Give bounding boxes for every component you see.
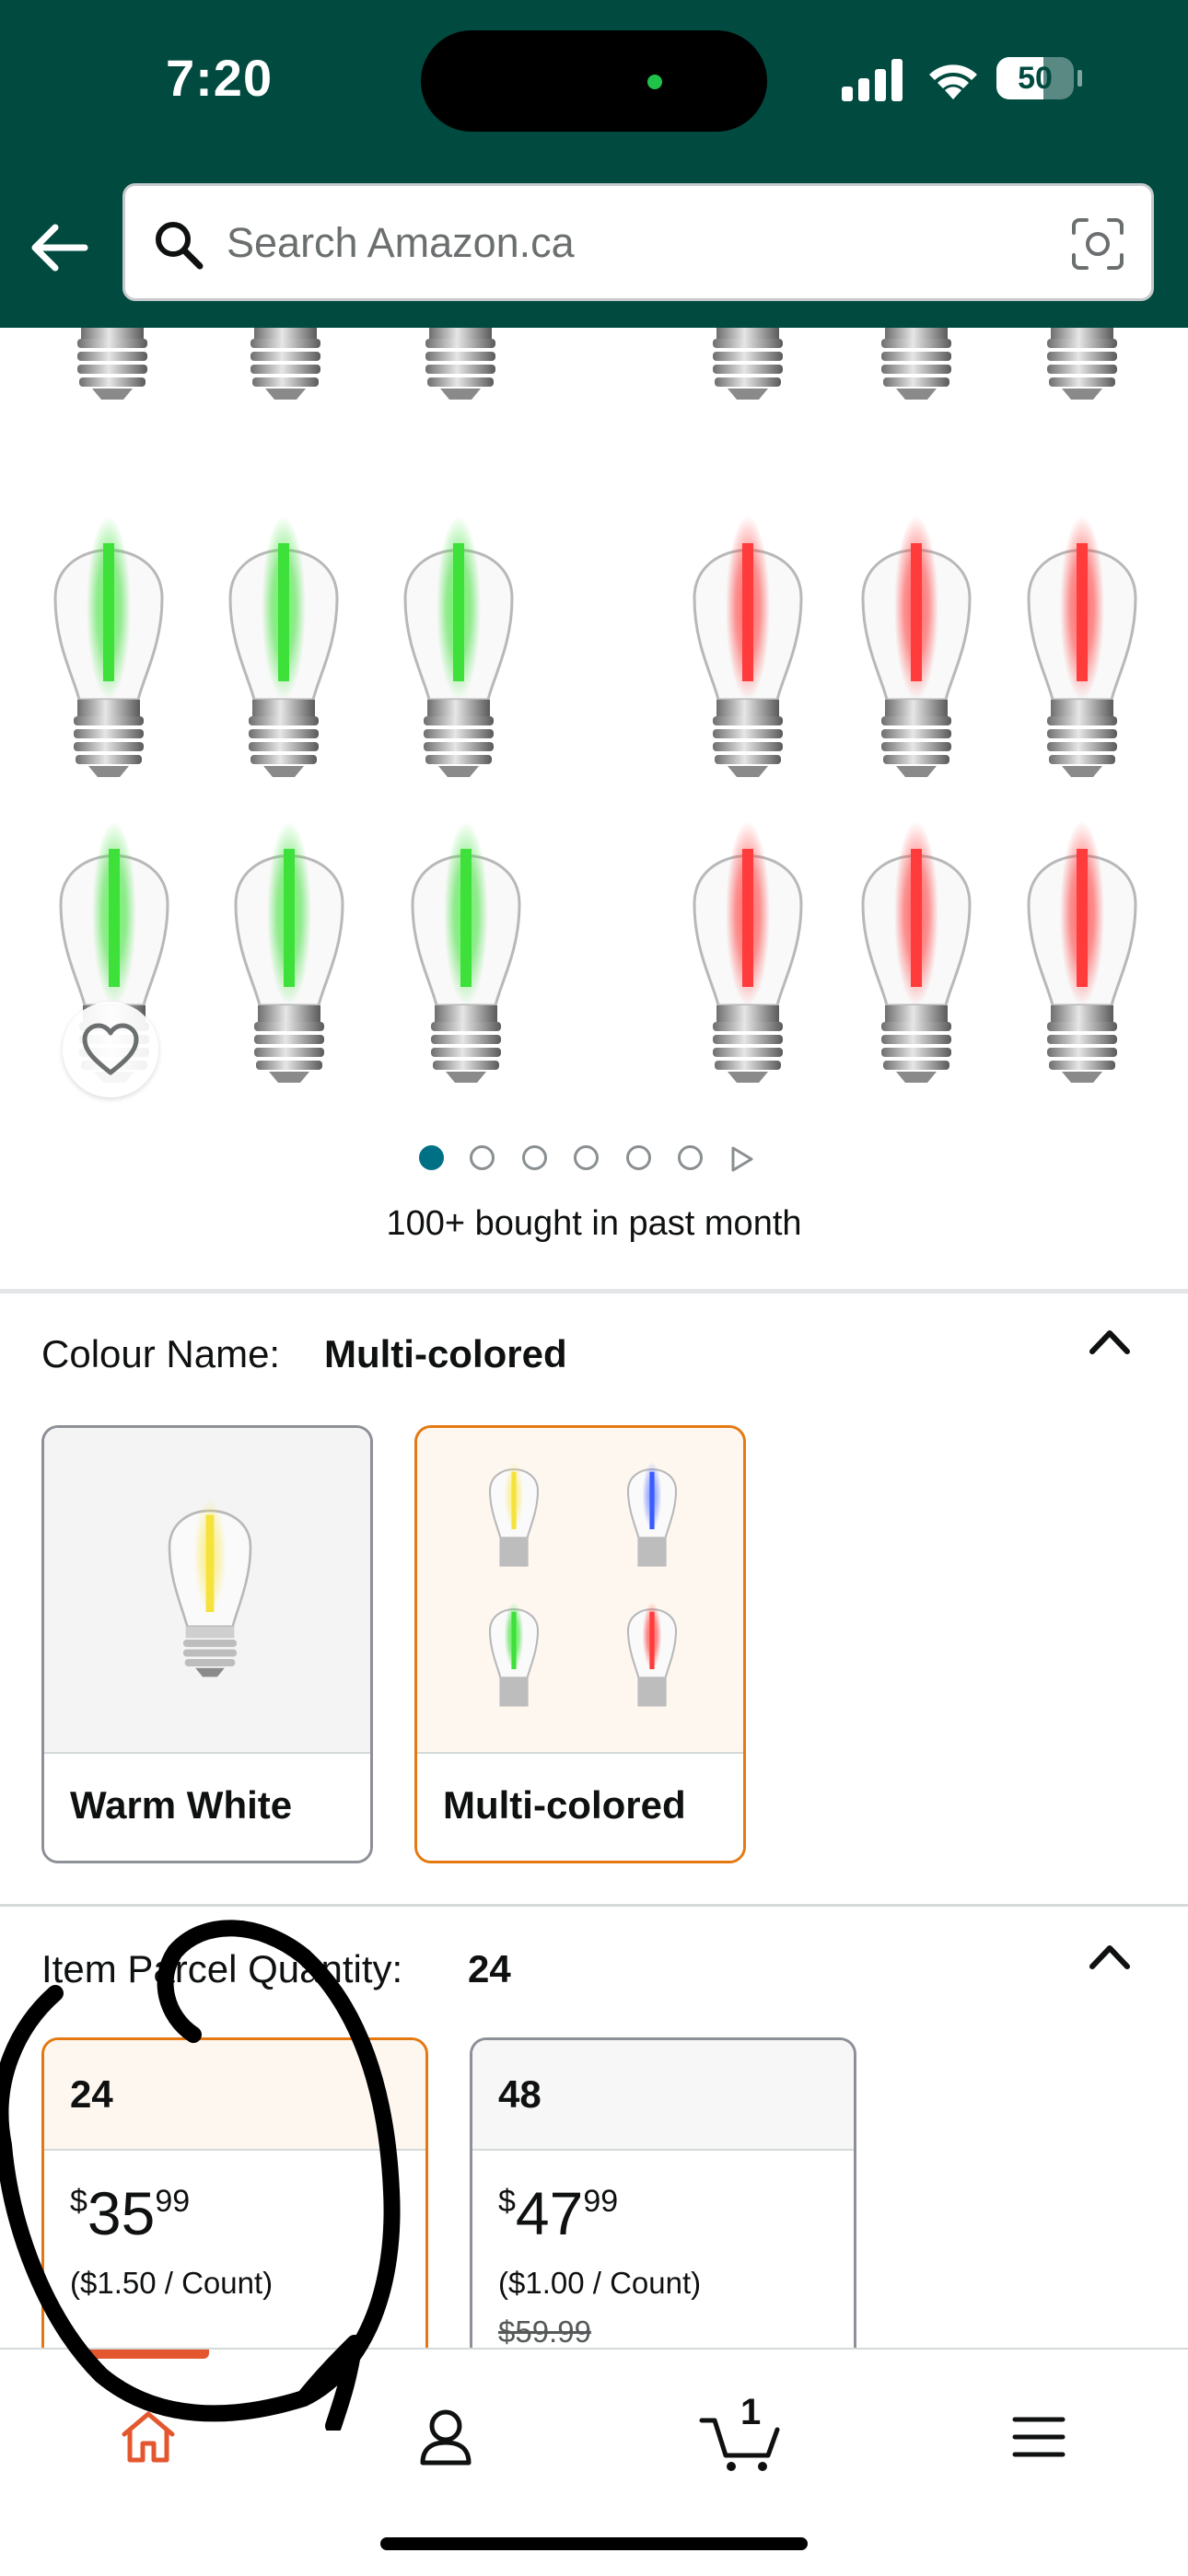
heart-icon <box>82 1023 139 1075</box>
chevron-up-icon[interactable] <box>1089 1943 1131 1970</box>
battery-percent: 50 <box>1018 61 1053 96</box>
price-whole: 35 <box>87 2179 156 2247</box>
price-fraction: 99 <box>155 2184 191 2219</box>
home-indicator <box>380 2537 808 2550</box>
camera-search-icon[interactable] <box>1070 216 1125 272</box>
colour-name-label: Colour Name: <box>41 1332 281 1375</box>
product-image-gallery[interactable] <box>0 328 1188 1138</box>
battery-cap <box>1077 70 1082 87</box>
colour-option-warm-white[interactable]: Warm White <box>41 1425 373 1863</box>
section-divider <box>0 1289 1188 1294</box>
bulb-yellow-image <box>168 1498 252 1677</box>
price-currency: $ <box>70 2184 87 2219</box>
status-time: 7:20 <box>166 49 274 107</box>
search-icon <box>156 222 204 270</box>
price-fraction: 99 <box>583 2184 619 2219</box>
nav-home-button[interactable] <box>93 2386 204 2488</box>
nav-account-button[interactable] <box>390 2386 501 2488</box>
home-icon <box>122 2411 175 2463</box>
multi-colored-thumbnail <box>417 1428 743 1756</box>
quantity-option-48[interactable]: 48 $4799 ($1.00 / Count) $59.99 <box>470 2037 856 2369</box>
add-to-wishlist-button[interactable] <box>63 1002 158 1097</box>
multi-colored-label: Multi-colored <box>417 1752 743 1861</box>
cellular-signal-icon <box>842 59 903 101</box>
bulbs-multicolor-image <box>488 1462 678 1707</box>
nav-menu-button[interactable] <box>984 2386 1094 2488</box>
section-divider <box>0 1904 1188 1907</box>
item-parcel-quantity-label: Item Parcel Quantity: <box>41 1947 403 1990</box>
dynamic-island <box>421 30 767 132</box>
product-image <box>53 328 1137 1085</box>
quantity-selected-value: 24 <box>468 1947 511 1990</box>
app-header: 7:20 50 <box>0 0 1188 328</box>
colour-selected-value: Multi-colored <box>324 1332 567 1375</box>
price-currency: $ <box>498 2184 516 2219</box>
carousel-dot-6[interactable] <box>678 1145 703 1170</box>
quantity-option-label: 48 <box>472 2040 854 2151</box>
colour-option-multi-colored[interactable]: Multi-colored <box>414 1425 746 1863</box>
chevron-up-icon[interactable] <box>1089 1328 1131 1355</box>
user-icon <box>420 2409 472 2466</box>
bought-in-past-month: 100+ bought in past month <box>386 1204 802 1243</box>
search-bar[interactable] <box>122 183 1154 301</box>
price: $4799 <box>498 2178 618 2248</box>
nav-cart-button[interactable]: 1 <box>687 2386 798 2488</box>
back-arrow-button[interactable] <box>28 215 92 280</box>
active-tab-indicator <box>87 2350 209 2359</box>
camera-indicator-icon <box>647 75 662 89</box>
hamburger-menu-icon <box>1012 2417 1066 2457</box>
carousel-dot-1[interactable] <box>419 1145 444 1170</box>
battery-icon: 50 <box>996 57 1074 99</box>
cart-count-badge: 1 <box>740 2392 762 2432</box>
carousel-dot-2[interactable] <box>470 1145 495 1170</box>
carousel-dot-5[interactable] <box>626 1145 651 1170</box>
unit-price: ($1.00 / Count) <box>498 2266 702 2300</box>
search-input[interactable] <box>227 206 1019 280</box>
wifi-icon <box>929 64 977 99</box>
warm-white-label: Warm White <box>44 1752 370 1861</box>
unit-price: ($1.50 / Count) <box>70 2266 274 2300</box>
carousel-dot-4[interactable] <box>574 1145 599 1170</box>
quantity-option-label: 24 <box>44 2040 425 2151</box>
carousel-dot-3[interactable] <box>522 1145 547 1170</box>
image-carousel-indicator[interactable] <box>0 1145 1188 1178</box>
quantity-option-24[interactable]: 24 $3599 ($1.50 / Count) <box>41 2037 428 2369</box>
price-whole: 47 <box>515 2179 584 2247</box>
list-price-strikethrough: $59.99 <box>498 2315 591 2349</box>
price: $3599 <box>70 2178 190 2248</box>
warm-white-thumbnail <box>44 1428 370 1756</box>
video-play-icon[interactable] <box>729 1145 755 1173</box>
